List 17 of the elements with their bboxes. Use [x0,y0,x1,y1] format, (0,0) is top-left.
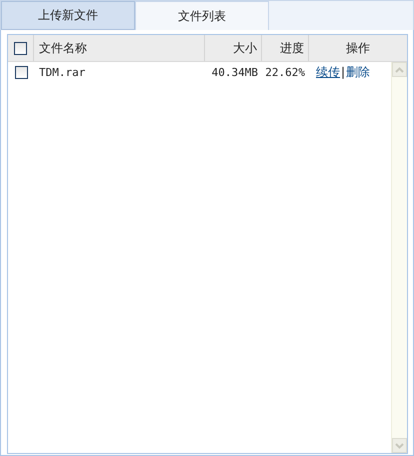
scrollbar[interactable] [391,62,407,453]
delete-link[interactable]: 删除 [346,64,370,80]
scroll-down-icon[interactable] [392,438,407,453]
table-cell-text: 22.62% [264,64,306,80]
resume-link[interactable]: 续传 [316,64,340,80]
tab[interactable]: 文件列表 [135,1,269,30]
tab[interactable]: 上传新文件 [1,1,135,30]
column-header: 操作 [345,40,371,56]
table-cell-text: 40.34MB [210,64,259,80]
column-header: 文件名称 [34,35,205,61]
select-all-checkbox[interactable] [14,42,27,54]
separator-text: | [341,65,346,79]
row-checkbox[interactable] [14,66,28,78]
scroll-up-icon[interactable] [392,62,407,77]
column-header: 大小 [205,35,262,61]
column-header: 进度 [262,35,309,61]
table-cell-text: TDM.rar [38,64,86,80]
